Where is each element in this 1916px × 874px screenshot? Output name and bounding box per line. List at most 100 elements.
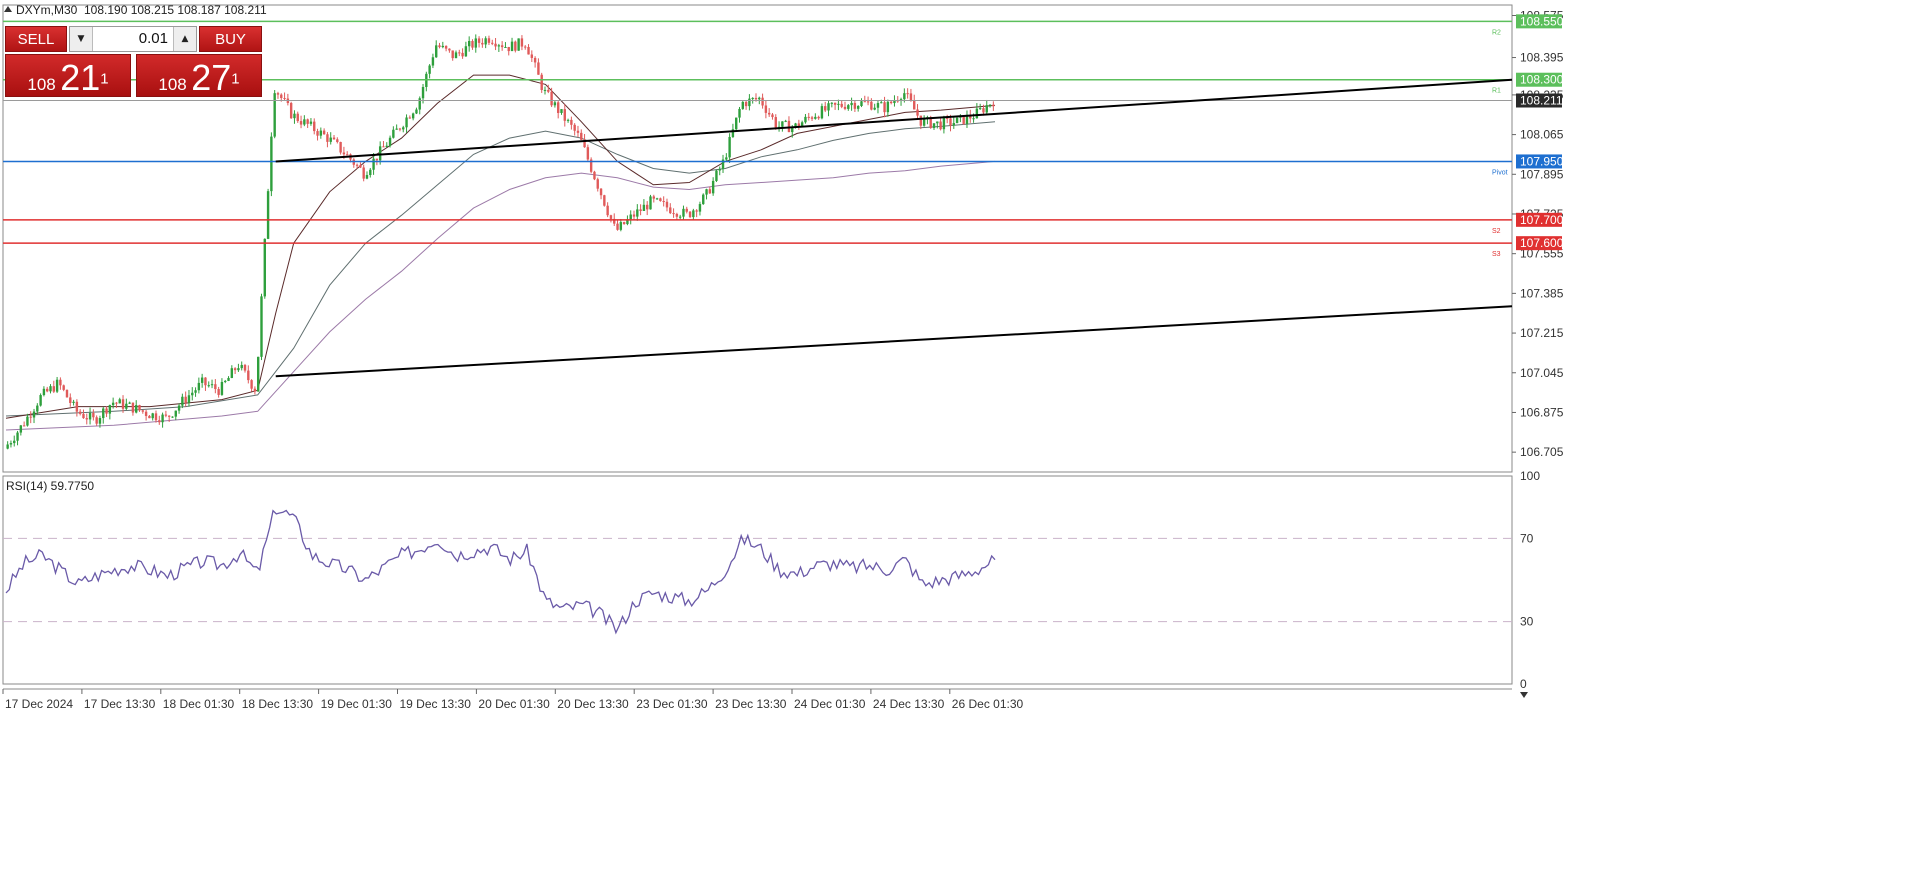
candle [748,94,751,111]
lot-increase-icon[interactable]: ▲ [173,27,196,51]
candle [764,100,768,119]
candle [725,153,728,162]
candle-body [392,129,395,138]
candle-body [378,146,382,161]
price-axis-label: 108.395 [1520,51,1564,65]
candle-body [527,46,530,55]
candle-body [761,97,764,106]
candle-body [596,179,599,189]
candle-body [263,238,266,297]
buy-price-button[interactable]: 108 271 [136,54,262,98]
candle-body [820,106,824,119]
candle-body [359,165,362,168]
candle-body [804,116,807,123]
candle [563,104,566,127]
candle [22,421,26,427]
candle [260,293,263,361]
price-axis-label: 107.045 [1520,366,1564,380]
level-tag-s3: S3 [1492,251,1501,258]
buy-price-prefix: 108 [158,75,187,94]
candle [263,238,266,299]
time-axis-label: 24 Dec 01:30 [794,697,866,711]
candle [856,105,860,112]
candle [303,115,306,127]
candle [553,100,557,108]
candle-body [224,380,227,382]
candle [148,414,151,419]
candle-body [827,103,830,111]
level-price-label-s3: 107.600 [1520,236,1564,250]
candle [629,210,632,225]
candle-body [174,410,177,417]
candle [415,107,418,115]
candle [177,403,181,414]
candle [992,101,995,111]
candle-body [59,379,62,386]
candle [863,95,866,103]
candle [6,441,9,450]
candle-body [365,175,369,179]
candle-body [9,443,13,445]
sell-price-button[interactable]: 108 211 [5,54,131,98]
candle-body [243,364,247,371]
candle-body [65,389,69,398]
candle [843,101,847,111]
candle [326,132,329,148]
candle [411,112,415,121]
lot-size-value[interactable]: 0.01 [94,27,172,51]
candle [42,386,46,397]
candle-body [744,101,748,107]
candle-body [698,204,702,212]
candle [698,201,702,216]
candle-body [398,128,402,130]
candle-body [339,142,342,153]
candle-body [151,413,154,419]
candle [922,115,926,127]
candle-body [355,164,359,166]
candle [580,129,583,141]
candle-body [204,377,207,386]
candle [830,102,834,108]
candle-body [675,213,679,217]
candle-body [932,123,936,128]
candle-body [725,157,728,160]
candle-body [435,45,438,58]
level-price-label-current: 108.211 [1520,94,1563,108]
candle-body [603,195,606,206]
candle [128,401,131,404]
lot-decrease-icon[interactable]: ▼ [70,27,93,51]
candle [814,113,817,120]
candle [609,214,613,223]
candle [566,118,570,123]
candle-body [395,128,398,130]
ma-mid-line [5,121,996,417]
candle-body [688,211,692,218]
candle-body [451,50,454,59]
trendline-1 [275,78,1513,163]
sell-price-prefix: 108 [27,75,56,94]
candle [906,88,909,99]
candle [329,132,332,145]
candle-body [599,188,603,196]
candle-body [36,405,39,412]
candle [649,194,652,210]
candle [860,98,863,108]
buy-button[interactable]: BUY [199,26,262,52]
sell-price-big: 21 [60,57,101,98]
candle [392,126,395,139]
candle [382,140,385,148]
candle [827,100,830,117]
candle [217,386,220,398]
candle [771,112,774,120]
candle-body [913,100,916,110]
candle [692,208,695,221]
candle-body [187,395,191,403]
level-tag-r1: R1 [1492,88,1501,95]
candle [507,46,510,56]
candle [92,409,95,421]
sell-button[interactable]: SELL [5,26,67,52]
lot-size-input[interactable]: ▼ 0.01 ▲ [69,26,197,52]
symbol-header: DXYm,M30 [16,3,78,17]
time-axis-label: 20 Dec 13:30 [557,697,629,711]
price-axis-label: 107.385 [1520,286,1564,300]
